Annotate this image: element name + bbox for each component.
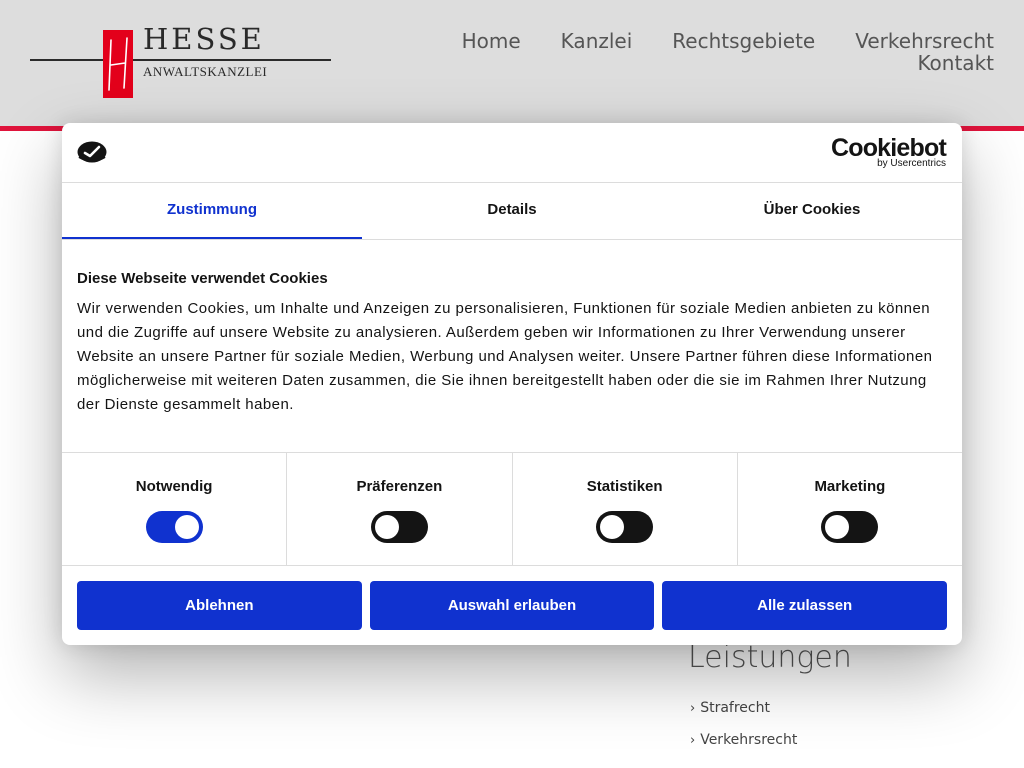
consent-buttons: Ablehnen Auswahl erlauben Alle zulassen bbox=[62, 566, 962, 630]
site-header: HESSE ANWALTSKANZLEI Home Kanzlei Rechts… bbox=[0, 0, 1024, 131]
dialog-header: Cookiebot by Usercentrics bbox=[62, 123, 962, 183]
category-marketing: Marketing bbox=[738, 453, 962, 565]
chevron-right-icon: › bbox=[690, 701, 696, 716]
toggle-notwendig[interactable] bbox=[145, 511, 203, 543]
nav-verkehrsrecht[interactable]: Verkehrsrecht bbox=[855, 30, 994, 52]
category-label: Präferenzen bbox=[356, 478, 443, 495]
consent-categories: Notwendig Präferenzen Statistiken Market… bbox=[62, 453, 962, 566]
category-label: Notwendig bbox=[135, 478, 213, 495]
logo-mark-icon bbox=[103, 30, 133, 98]
site-logo[interactable]: HESSE ANWALTSKANZLEI bbox=[30, 22, 332, 100]
dialog-tabs: Zustimmung Details Über Cookies bbox=[62, 183, 962, 240]
logo-line bbox=[30, 59, 331, 61]
nav-kontakt[interactable]: Kontakt bbox=[917, 52, 994, 74]
category-notwendig: Notwendig bbox=[62, 453, 288, 565]
nav-home[interactable]: Home bbox=[462, 30, 521, 52]
service-item-label: Verkehrsrecht bbox=[700, 732, 798, 748]
category-statistiken: Statistiken bbox=[513, 453, 738, 565]
toggle-statistiken[interactable] bbox=[596, 511, 654, 543]
category-label: Statistiken bbox=[586, 478, 663, 495]
allow-selection-button[interactable]: Auswahl erlauben bbox=[369, 581, 655, 630]
cookiebot-check-icon bbox=[77, 140, 107, 169]
logo-name: HESSE bbox=[143, 22, 265, 56]
consent-body: Diese Webseite verwendet Cookies Wir ver… bbox=[62, 240, 962, 453]
service-item-label: Strafrecht bbox=[700, 700, 770, 716]
allow-all-button[interactable]: Alle zulassen bbox=[662, 581, 948, 630]
consent-heading: Diese Webseite verwendet Cookies bbox=[77, 270, 328, 287]
tab-ueber-cookies[interactable]: Über Cookies bbox=[662, 183, 962, 239]
toggle-marketing[interactable] bbox=[821, 511, 879, 543]
logo-subtitle: ANWALTSKANZLEI bbox=[143, 64, 268, 79]
service-item[interactable]: › Verkehrsrecht bbox=[690, 730, 797, 762]
main-nav: Home Kanzlei Rechtsgebiete Verkehrsrecht… bbox=[422, 30, 994, 74]
consent-text: Wir verwenden Cookies, um Inhalte und An… bbox=[77, 300, 933, 413]
tab-details[interactable]: Details bbox=[362, 183, 662, 239]
toggle-knob bbox=[374, 515, 399, 539]
services-title: Leistungen bbox=[688, 640, 852, 675]
category-praeferenzen: Präferenzen bbox=[287, 453, 513, 565]
cookiebot-logo[interactable]: Cookiebot by Usercentrics bbox=[831, 135, 947, 169]
service-item[interactable]: › Strafrecht bbox=[690, 698, 797, 730]
chevron-right-icon: › bbox=[690, 733, 696, 748]
toggle-knob bbox=[174, 515, 199, 539]
tab-zustimmung[interactable]: Zustimmung bbox=[62, 183, 362, 239]
decline-button[interactable]: Ablehnen bbox=[77, 581, 362, 630]
nav-kanzlei[interactable]: Kanzlei bbox=[561, 30, 633, 52]
toggle-knob bbox=[600, 515, 625, 539]
toggle-praeferenzen[interactable] bbox=[370, 511, 428, 543]
toggle-knob bbox=[825, 515, 850, 539]
services-list: › Strafrecht › Verkehrsrecht bbox=[690, 698, 797, 762]
category-label: Marketing bbox=[814, 478, 886, 495]
cookie-consent-dialog: Cookiebot by Usercentrics Zustimmung Det… bbox=[62, 123, 962, 645]
nav-rechtsgebiete[interactable]: Rechtsgebiete bbox=[672, 30, 815, 52]
